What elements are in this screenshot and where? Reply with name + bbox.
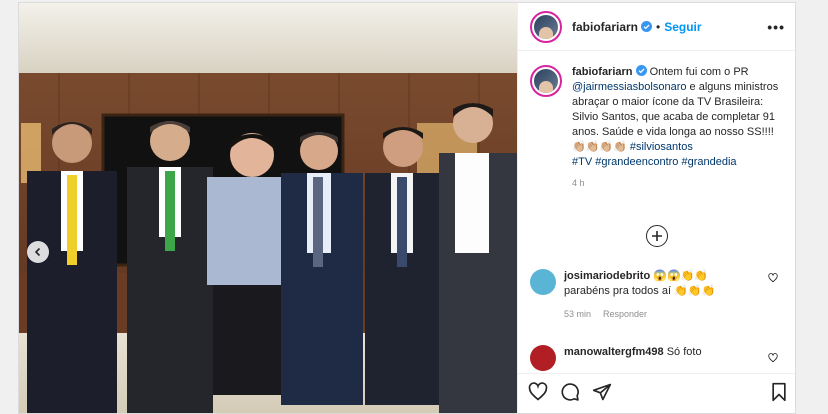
add-comment-icon	[652, 231, 662, 241]
commenter-avatar[interactable]	[530, 269, 556, 295]
chevron-left-icon	[34, 247, 41, 257]
verified-icon	[635, 65, 647, 76]
caption-block: fabiofariarn Ontem fui com o PR @jairmes…	[518, 51, 795, 188]
comment-body: parabéns pra todos aí	[564, 285, 672, 297]
caption-text: fabiofariarn Ontem fui com o PR @jairmes…	[572, 65, 782, 170]
comment-time[interactable]: 53 min	[564, 309, 591, 319]
post-time[interactable]: 4 h	[572, 178, 782, 188]
hashtag-link[interactable]: #grandeencontro	[595, 156, 678, 168]
comment-emojis: 😱😱👏👏	[653, 270, 709, 282]
more-icon[interactable]: •••	[767, 19, 785, 35]
hashtag-link[interactable]: #TV	[572, 156, 592, 168]
post-header: fabiofariarn • Seguir •••	[518, 3, 795, 51]
comment-body-emojis: 👏👏👏	[674, 285, 716, 297]
comment-username[interactable]: manowaltergfm498	[564, 346, 664, 358]
post-photo-image	[19, 3, 517, 413]
commenter-avatar[interactable]	[530, 345, 556, 371]
caption-username[interactable]: fabiofariarn	[572, 66, 633, 78]
post-photo[interactable]	[19, 3, 517, 413]
share-icon[interactable]	[592, 382, 612, 402]
caption-avatar[interactable]	[530, 65, 562, 97]
author-username[interactable]: fabiofariarn	[572, 20, 638, 34]
heart-icon[interactable]	[528, 381, 548, 402]
like-comment-icon[interactable]	[768, 273, 778, 283]
avatar[interactable]	[530, 10, 562, 43]
hashtag-link[interactable]: #silviosantos	[630, 141, 693, 153]
add-comment-button[interactable]	[646, 225, 668, 247]
post-actions	[518, 373, 795, 409]
separator: •	[656, 19, 661, 34]
comment-username[interactable]: josimariodebrito	[564, 270, 650, 282]
caption-emojis: 👏🏼👏🏼👏🏼👏🏼	[572, 141, 627, 153]
caption-part1: Ontem fui com o PR	[646, 66, 749, 78]
comment-body: Só foto	[663, 346, 702, 358]
reply-button[interactable]: Responder	[603, 309, 647, 319]
bookmark-icon[interactable]	[770, 382, 788, 402]
post-dialog: fabiofariarn • Seguir ••• fabiofariarn O…	[18, 2, 796, 414]
previous-photo-button[interactable]	[27, 241, 49, 263]
hashtag-link[interactable]: #grandedia	[682, 156, 737, 168]
comment-item: josimariodebrito 😱😱👏👏 parabéns pra todos …	[530, 269, 790, 322]
follow-button[interactable]: Seguir	[664, 20, 701, 34]
comment-icon[interactable]	[560, 382, 580, 402]
post-sidebar: fabiofariarn • Seguir ••• fabiofariarn O…	[517, 3, 795, 413]
like-comment-icon[interactable]	[768, 353, 778, 363]
comment-text: josimariodebrito 😱😱👏👏 parabéns pra todos …	[564, 269, 764, 299]
comment-item: manowaltergfm498 Só foto	[530, 345, 790, 371]
comment-text: manowaltergfm498 Só foto	[564, 345, 764, 360]
mention-link[interactable]: @jairmessiasbolsonaro	[572, 81, 687, 93]
verified-icon	[641, 21, 653, 32]
comment-meta: 53 min Responder	[564, 307, 764, 322]
